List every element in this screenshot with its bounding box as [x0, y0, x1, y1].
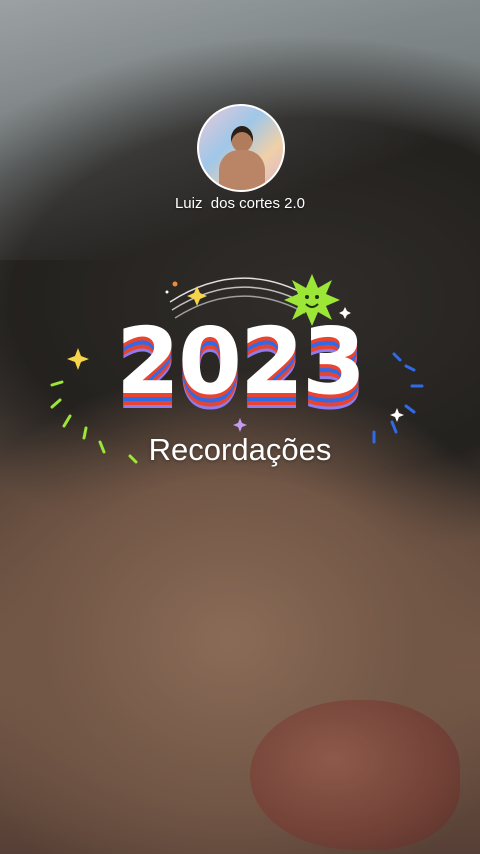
author-avatar[interactable]	[197, 104, 285, 192]
dot-orange	[172, 281, 178, 287]
avatar-body	[219, 150, 265, 190]
story-screen: Luiz dos cortes 2.0 2023 Recordações	[0, 0, 480, 854]
dot-white	[165, 290, 169, 294]
sparkle-purple-icon	[233, 418, 247, 432]
year-title: 2023	[115, 308, 366, 415]
avatar-person	[219, 122, 265, 190]
memories-subtitle: Recordações	[148, 432, 332, 467]
author-name[interactable]: Luiz dos cortes 2.0	[0, 195, 480, 212]
avatar-head	[231, 126, 253, 152]
